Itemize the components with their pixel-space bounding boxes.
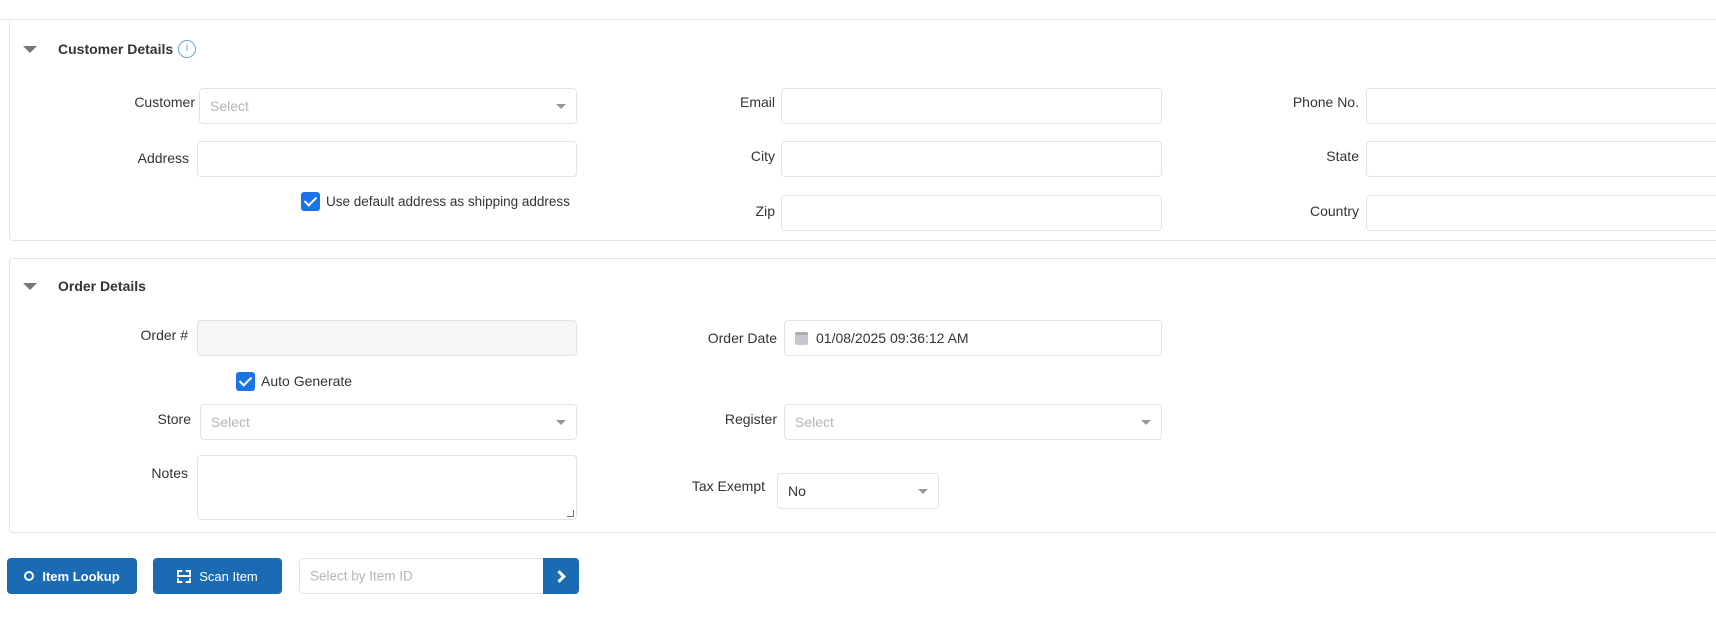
tax-exempt-label: Tax Exempt	[691, 478, 765, 494]
order-date-value: 01/08/2025 09:36:12 AM	[816, 330, 969, 346]
state-input[interactable]	[1366, 141, 1716, 177]
email-label: Email	[739, 94, 775, 110]
item-lookup-button[interactable]: Item Lookup	[7, 558, 137, 594]
notes-textarea[interactable]	[197, 455, 577, 520]
search-icon	[24, 571, 35, 581]
scan-icon	[177, 569, 192, 583]
customer-placeholder: Select	[210, 98, 249, 114]
default-address-checkbox[interactable]	[301, 192, 320, 211]
chevron-right-icon	[552, 569, 566, 583]
calendar-icon[interactable]	[795, 332, 808, 345]
customer-details-title: Customer Details	[58, 41, 174, 57]
store-label: Store	[157, 411, 191, 427]
country-input[interactable]	[1366, 195, 1716, 231]
country-label: Country	[1309, 203, 1359, 219]
chevron-down-icon	[556, 420, 566, 425]
collapse-caret-icon[interactable]	[23, 283, 37, 290]
register-select[interactable]: Select	[784, 404, 1162, 440]
address-label: Address	[137, 150, 189, 166]
order-number-label: Order #	[140, 327, 188, 343]
order-details-title: Order Details	[58, 278, 146, 294]
customer-label: Customer	[134, 94, 195, 110]
phone-label: Phone No.	[1292, 94, 1359, 110]
item-id-input[interactable]: Select by Item ID	[299, 558, 549, 594]
default-address-label: Use default address as shipping address	[326, 194, 570, 209]
collapse-caret-icon[interactable]	[23, 46, 37, 53]
phone-input[interactable]	[1366, 88, 1716, 124]
item-id-placeholder: Select by Item ID	[310, 568, 413, 584]
resize-handle-icon[interactable]	[567, 510, 574, 517]
register-placeholder: Select	[795, 414, 834, 430]
order-date-input[interactable]: 01/08/2025 09:36:12 AM	[784, 320, 1162, 356]
chevron-down-icon	[556, 104, 566, 109]
chevron-down-icon	[1141, 420, 1151, 425]
scan-item-button[interactable]: Scan Item	[153, 558, 282, 594]
city-label: City	[750, 148, 775, 164]
tax-exempt-select[interactable]: No	[777, 473, 939, 509]
email-input[interactable]	[781, 88, 1162, 124]
notes-label: Notes	[151, 465, 188, 481]
state-label: State	[1326, 148, 1359, 164]
order-date-label: Order Date	[707, 330, 777, 346]
zip-input[interactable]	[781, 195, 1162, 231]
store-placeholder: Select	[211, 414, 250, 430]
store-select[interactable]: Select	[200, 404, 577, 440]
customer-select[interactable]: Select	[199, 88, 577, 124]
item-lookup-label: Item Lookup	[42, 568, 120, 584]
info-icon[interactable]: i	[178, 40, 196, 58]
chevron-down-icon	[918, 489, 928, 494]
zip-label: Zip	[755, 203, 775, 219]
order-number-input	[197, 320, 577, 356]
address-input[interactable]	[197, 141, 577, 177]
auto-generate-checkbox[interactable]	[236, 372, 255, 391]
register-label: Register	[724, 411, 777, 427]
city-input[interactable]	[781, 141, 1162, 177]
item-id-go-button[interactable]	[543, 558, 579, 594]
auto-generate-label: Auto Generate	[261, 373, 353, 389]
scan-item-label: Scan Item	[199, 568, 258, 584]
tax-exempt-value: No	[788, 483, 806, 499]
